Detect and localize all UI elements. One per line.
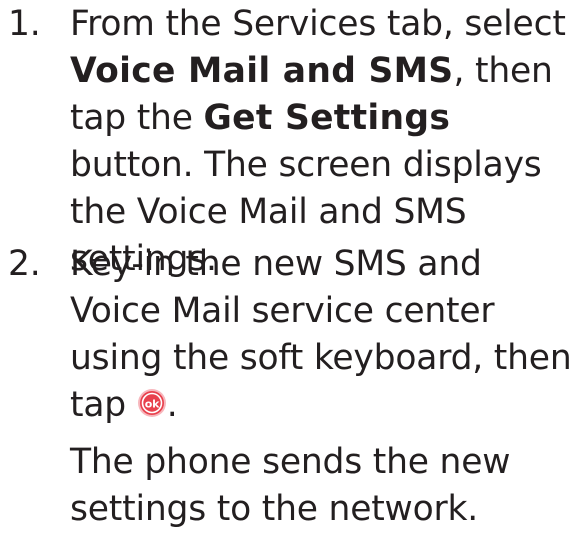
step-2-period: . [166,385,178,425]
step-2: 2. Key-in the new SMS and Voice Mail ser… [8,241,578,533]
step-1-text-before: From the Services tab, select [70,4,566,44]
step-2-text: Key-in the new SMS and Voice Mail servic… [70,241,578,533]
get-settings-label: Get Settings [203,98,451,138]
step-number: 2. [8,244,41,284]
manual-page: 1. From the Services tab, select Voice M… [0,0,581,529]
voice-mail-sms-label: Voice Mail and SMS [70,51,454,91]
step-2-note: The phone sends the new settings to the … [70,442,511,529]
ok-button-icon: ok [137,384,167,417]
step-number: 1. [8,4,41,44]
svg-text:ok: ok [145,398,160,411]
